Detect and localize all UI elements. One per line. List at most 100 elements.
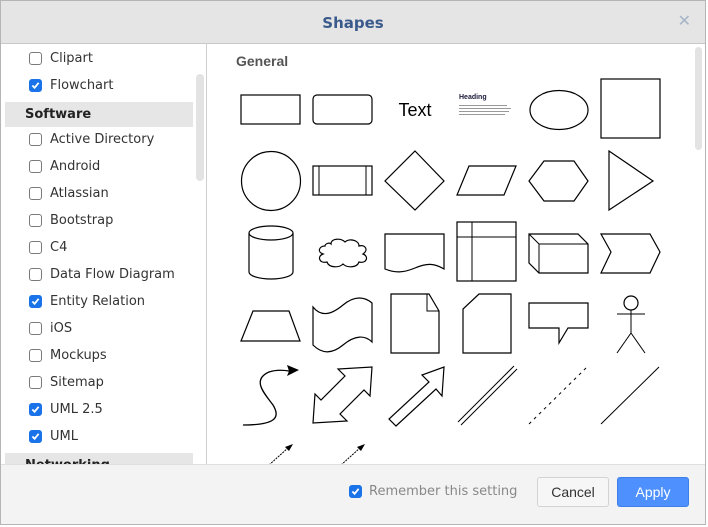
shape-circle[interactable] — [235, 145, 307, 217]
dashed-line-icon — [528, 366, 588, 425]
shape-card[interactable] — [451, 287, 523, 359]
shape-line[interactable] — [595, 358, 667, 430]
shape-single-arrow[interactable] — [379, 358, 451, 430]
shape-rectangle[interactable] — [235, 74, 307, 146]
checkbox[interactable] — [29, 348, 42, 362]
cancel-button[interactable]: Cancel — [537, 477, 609, 507]
shape-callout[interactable] — [523, 287, 595, 359]
checkbox[interactable] — [29, 321, 42, 335]
dialog-title: Shapes — [322, 14, 384, 32]
close-icon[interactable]: ✕ — [678, 11, 691, 30]
checkbox[interactable] — [29, 78, 42, 92]
shape-parallelogram[interactable] — [451, 145, 523, 217]
shapes-panel: General Text Heading — [207, 44, 705, 464]
circle-icon — [240, 150, 302, 212]
section-title: General — [236, 53, 289, 69]
shape-square[interactable] — [595, 74, 667, 146]
sidebar-item-data-flow-diagram[interactable]: Data Flow Diagram — [4, 263, 175, 285]
sidebar-item-uml[interactable]: UML — [4, 425, 78, 447]
remember-checkbox[interactable] — [349, 485, 362, 498]
checkbox[interactable] — [29, 240, 42, 254]
shape-dashed-line[interactable] — [523, 358, 595, 430]
sidebar-item-clipart[interactable]: Clipart — [4, 47, 93, 69]
library-sidebar: Clipart Flowchart Software Active Directory… — [4, 44, 207, 464]
sidebar-item-label: C4 — [50, 239, 68, 255]
shapes-scrollbar[interactable] — [695, 47, 702, 150]
shape-document[interactable] — [379, 216, 451, 288]
sidebar-item-label: Entity Relation — [50, 293, 146, 309]
line-icon — [600, 366, 660, 425]
checkbox[interactable] — [29, 159, 42, 173]
sidebar-item-flowchart[interactable]: Flowchart — [4, 74, 113, 96]
callout-icon — [528, 302, 589, 346]
shape-trapezoid[interactable] — [235, 287, 307, 359]
sidebar-scrollbar[interactable] — [196, 74, 204, 181]
checkbox[interactable] — [29, 267, 42, 281]
shape-cube[interactable] — [523, 216, 595, 288]
single-arrow-icon — [388, 366, 445, 427]
shapes-dialog: Shapes ✕ Clipart Flowchart Software Active … — [0, 0, 706, 525]
checkbox[interactable] — [29, 375, 42, 389]
note-icon — [390, 293, 440, 354]
square-icon — [600, 78, 661, 139]
sidebar-item-entity-relation[interactable]: Entity Relation — [4, 290, 145, 312]
checkbox[interactable] — [29, 294, 42, 308]
apply-button[interactable]: Apply — [617, 477, 689, 507]
sidebar-item-ios[interactable]: iOS — [4, 317, 72, 339]
remember-setting[interactable]: Remember this setting — [349, 484, 517, 499]
checkbox[interactable] — [29, 213, 42, 227]
shape-textbox[interactable]: Heading — [451, 74, 523, 146]
textbox-heading: Heading — [459, 94, 487, 101]
shape-link[interactable] — [451, 358, 523, 430]
curved-arrow-icon — [242, 365, 299, 426]
shape-text[interactable]: Text — [379, 74, 451, 146]
checkbox[interactable] — [29, 429, 42, 443]
sidebar-item-mockups[interactable]: Mockups — [4, 344, 107, 366]
sidebar-group-networking: Networking — [5, 453, 193, 464]
shape-tape[interactable] — [307, 287, 379, 359]
shape-cylinder[interactable] — [235, 216, 307, 288]
sidebar-item-bootstrap[interactable]: Bootstrap — [4, 209, 113, 231]
shape-cloud[interactable] — [307, 216, 379, 288]
shape-note[interactable] — [379, 287, 451, 359]
shape-actor[interactable] — [595, 287, 667, 359]
connector-arrow-icon — [269, 444, 293, 464]
sidebar-item-android[interactable]: Android — [4, 155, 100, 177]
cylinder-icon — [248, 225, 294, 280]
shape-hexagon[interactable] — [523, 145, 595, 217]
checkbox[interactable] — [29, 51, 42, 65]
shape-ellipse[interactable] — [523, 74, 595, 146]
sidebar-group-software: Software — [5, 102, 193, 127]
remember-label: Remember this setting — [369, 484, 518, 499]
checkmark-icon — [31, 432, 40, 440]
checkbox[interactable] — [29, 186, 42, 200]
shape-diamond[interactable] — [379, 145, 451, 217]
connector-arrow-2-icon — [341, 444, 365, 464]
sidebar-item-label: Mockups — [50, 347, 107, 363]
dialog-titlebar: Shapes ✕ — [1, 1, 705, 44]
checkmark-icon — [351, 488, 360, 496]
tape-icon — [312, 297, 373, 353]
shape-connector-arrow[interactable] — [235, 429, 307, 464]
sidebar-item-label: Clipart — [50, 50, 93, 66]
sidebar-item-active-directory[interactable]: Active Directory — [4, 128, 154, 150]
shape-curved-arrow[interactable] — [235, 358, 307, 430]
actor-icon — [616, 295, 646, 354]
process-icon — [312, 165, 373, 196]
checkmark-icon — [31, 81, 40, 89]
shape-process[interactable] — [307, 145, 379, 217]
link-icon — [457, 365, 518, 426]
sidebar-item-sitemap[interactable]: Sitemap — [4, 371, 104, 393]
shape-step[interactable] — [595, 216, 667, 288]
sidebar-item-uml-2-5[interactable]: UML 2.5 — [4, 398, 103, 420]
sidebar-item-c4[interactable]: C4 — [4, 236, 67, 258]
sidebar-item-atlassian[interactable]: Atlassian — [4, 182, 109, 204]
shape-internal-storage[interactable] — [451, 216, 523, 288]
shape-connector-arrow-2[interactable] — [307, 429, 379, 464]
checkbox[interactable] — [29, 132, 42, 146]
shape-rounded-rectangle[interactable] — [307, 74, 379, 146]
shape-bidirectional-arrow[interactable] — [307, 358, 379, 430]
checkbox[interactable] — [29, 402, 42, 416]
shape-triangle[interactable] — [595, 145, 667, 217]
trapezoid-icon — [240, 310, 301, 342]
